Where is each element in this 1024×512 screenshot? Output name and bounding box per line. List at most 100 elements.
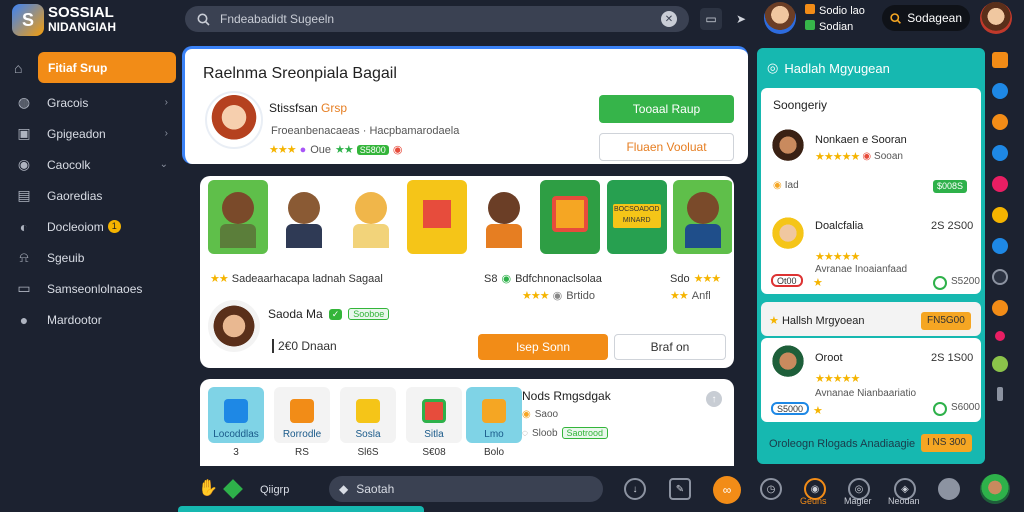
clock-icon[interactable]: ◷ — [760, 478, 782, 500]
sidebar-item-gaoredias[interactable]: ▤ Gaoredias — [0, 180, 180, 211]
more-icon[interactable]: ↑ — [706, 391, 722, 407]
list-avatar[interactable] — [769, 216, 807, 254]
section-2-text: Hallsh Mrgyoean — [781, 315, 865, 327]
primary-button[interactable]: Tooaal Raup — [599, 95, 734, 123]
app-logo[interactable]: S — [12, 4, 44, 36]
tag-icon[interactable] — [223, 479, 243, 499]
star-icon: ★★★ — [693, 273, 722, 285]
sidebar-item-caocolk[interactable]: ◉ Caocolk ⌄ — [0, 149, 180, 180]
secondary-button[interactable]: Fluaen Vooluat — [599, 133, 734, 161]
chevron-right-icon: › — [164, 97, 168, 108]
bottom-search[interactable]: ◆ Saotah — [329, 476, 603, 502]
feed-row2-mid: ★★★ ◉ Brtido — [522, 289, 595, 303]
gift-tile[interactable] — [407, 180, 468, 254]
status-chip[interactable]: Ot00 — [771, 274, 803, 287]
character-tile[interactable] — [340, 180, 401, 254]
games-label: Geuns — [800, 496, 827, 506]
other-button[interactable]: Braf on — [614, 334, 726, 360]
list-avatar[interactable] — [769, 128, 807, 166]
rail-coin-icon[interactable] — [992, 207, 1008, 223]
sidebar-item-active[interactable]: Fitiaf Srup — [38, 52, 176, 83]
bottom-search-text[interactable]: Saotah — [356, 482, 394, 496]
sidebar-item-label: Fitiaf Srup — [48, 60, 108, 75]
user-sub-line: Sodian — [805, 20, 853, 33]
monitor-icon[interactable]: ▭ — [700, 8, 722, 30]
rail-cluster-icon[interactable] — [992, 356, 1008, 372]
chat-icon: ◆ — [339, 482, 349, 496]
section-2-chip[interactable]: FN5G00 — [921, 312, 971, 330]
post-tag: Sooboe — [348, 308, 390, 320]
download-icon[interactable]: ↓ — [624, 478, 646, 500]
gift-tile[interactable] — [540, 180, 601, 254]
profile-name-prefix: Stissfsan — [269, 101, 318, 115]
character-tile[interactable] — [208, 180, 268, 254]
character-tile[interactable] — [673, 180, 732, 254]
list-item-extra: S5200 — [951, 276, 980, 287]
detail-line-2-text: Sloob — [531, 427, 558, 439]
check-circle-icon[interactable] — [933, 276, 947, 290]
profile-avatar — [205, 91, 263, 149]
star-icon: ★ — [813, 405, 823, 417]
price-chip[interactable]: $008S — [933, 180, 968, 193]
list-item-star: ★ — [813, 404, 823, 417]
list-avatar[interactable] — [769, 344, 807, 382]
rail-chat-icon[interactable] — [992, 145, 1008, 161]
rail-dot-icon[interactable] — [995, 331, 1005, 341]
rail-heart-icon[interactable] — [992, 176, 1008, 192]
list-item-extra: ◉ Iad — [773, 180, 799, 191]
rail-settings-icon[interactable] — [992, 269, 1008, 285]
sidebar-item-samseon[interactable]: ▭ Samseonlolnaoes — [0, 273, 180, 304]
right-panel-title: Hadlah Mgyugean — [784, 60, 890, 76]
rail-more-icon[interactable] — [997, 387, 1003, 401]
link-button[interactable]: ∞ — [713, 476, 741, 504]
search-bar[interactable]: Fndeabadidt Sugeeln ✕ — [185, 6, 689, 32]
star-icon: ★★ — [210, 273, 229, 285]
rail-fire-icon[interactable] — [992, 300, 1008, 316]
hand-icon[interactable]: ✋ — [198, 478, 218, 498]
banner-tile[interactable]: BOCSOADOD MINARD — [606, 180, 667, 254]
online-icon — [805, 20, 815, 30]
neodan-label: Neodan — [888, 496, 920, 506]
post-author-name: Saoda Ma — [268, 307, 323, 321]
bottom-avatar[interactable] — [980, 474, 1010, 504]
action-pill[interactable]: Sodagean — [882, 5, 970, 31]
sidebar-item-sgeuib[interactable]: ⍾ Sgeuib — [0, 242, 180, 273]
search-input[interactable]: Fndeabadidt Sugeeln — [220, 12, 661, 26]
sidebar-item-mardootor[interactable]: ● Mardootor — [0, 304, 180, 335]
notification-icon[interactable] — [938, 478, 960, 500]
check-circle-icon[interactable] — [933, 402, 947, 416]
sidebar-item-label: Mardootor — [47, 312, 102, 327]
profile-subline: Froeanbenacaeas · Hacpbamarodaela — [271, 125, 460, 137]
sidebar-item-gracois[interactable]: ◍ Gracois › — [0, 87, 180, 118]
action-label: Sodagean — [907, 11, 962, 25]
character-tile[interactable] — [274, 180, 335, 254]
clear-icon[interactable]: ✕ — [661, 11, 677, 27]
status-chip[interactable]: S5000 — [771, 402, 810, 415]
product-label: Locoddlas — [213, 429, 259, 440]
rail-drop-icon[interactable] — [992, 238, 1008, 254]
share-icon[interactable]: ➤ — [730, 8, 752, 30]
rail-globe-icon[interactable] — [992, 83, 1008, 99]
star-icon: ★★★ — [522, 290, 550, 302]
star-icon: ★ — [769, 315, 779, 327]
rail-star-icon[interactable] — [992, 114, 1008, 130]
feed-row-left-text: Sadeaarhacapa ladnah Sagaal — [231, 272, 383, 285]
profile-avatar[interactable] — [980, 2, 1012, 34]
post-avatar[interactable] — [208, 300, 260, 352]
search-icon — [890, 12, 901, 24]
character-tile[interactable] — [473, 180, 534, 254]
join-button[interactable]: Isep Sonn — [478, 334, 608, 360]
user-avatar[interactable] — [764, 2, 796, 34]
sidebar-item-gpigeadon[interactable]: ▣ Gpigeadon › — [0, 118, 180, 149]
right-card-2: Doalcfalia 2S 2S00 ★★★★★ Avranae Inoaian… — [761, 210, 981, 294]
feed-row2-right-text: Anfl — [691, 289, 711, 302]
home-icon[interactable]: ⌂ — [14, 60, 32, 76]
status-icon — [805, 4, 815, 14]
sidebar-item-label: Gracois — [47, 95, 89, 110]
bottom-left-label[interactable]: Qiigrp — [260, 484, 289, 496]
sidebar-item-docleoiom[interactable]: ◐ Docleoiom 1 — [0, 211, 180, 242]
panel-footer-chip[interactable]: I NS 300 — [921, 434, 972, 452]
profile-name-highlight: Grsp — [321, 101, 348, 115]
edit-icon[interactable]: ✎ — [669, 478, 691, 500]
rail-app-icon[interactable] — [992, 52, 1008, 68]
